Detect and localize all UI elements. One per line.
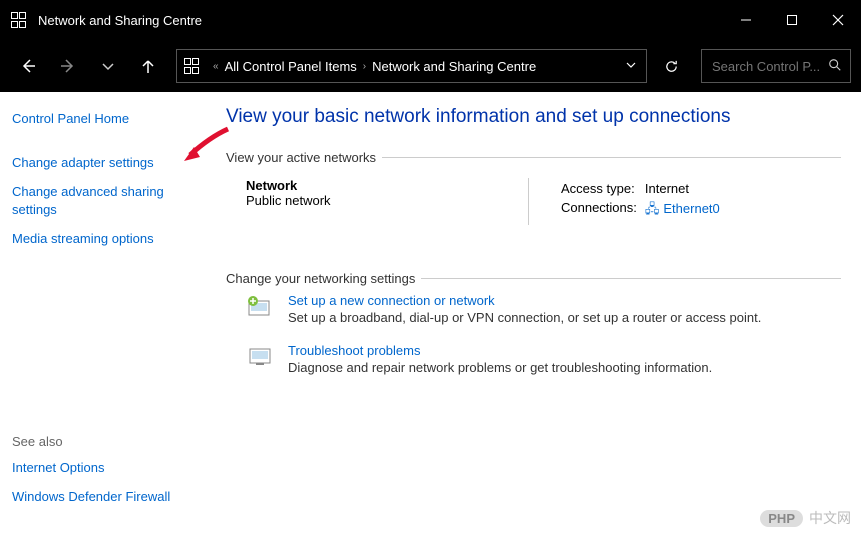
minimize-button[interactable] [723, 0, 769, 40]
media-streaming-options-link[interactable]: Media streaming options [12, 230, 198, 248]
active-networks-label: View your active networks [226, 150, 382, 165]
ethernet-icon: 🖧 [645, 201, 660, 216]
content-area: Control Panel Home Change adapter settin… [0, 92, 861, 536]
close-button[interactable] [815, 0, 861, 40]
up-button[interactable] [130, 48, 166, 84]
control-panel-icon [183, 57, 201, 75]
access-type-label: Access type: [561, 180, 643, 197]
control-panel-home-link[interactable]: Control Panel Home [12, 110, 198, 128]
new-connection-icon [246, 293, 274, 321]
watermark-text: 中文网 [809, 508, 851, 528]
setup-connection-link[interactable]: Set up a new connection or network [288, 293, 495, 308]
windows-defender-firewall-link[interactable]: Windows Defender Firewall [12, 488, 198, 506]
app-icon [10, 11, 28, 29]
access-type-value: Internet [645, 180, 726, 197]
watermark-badge: PHP [760, 510, 803, 527]
maximize-button[interactable] [769, 0, 815, 40]
search-input[interactable] [712, 59, 820, 74]
setup-connection-option[interactable]: Set up a new connection or network Set u… [226, 293, 841, 325]
search-icon[interactable] [820, 58, 850, 75]
troubleshoot-option[interactable]: Troubleshoot problems Diagnose and repai… [226, 343, 841, 375]
breadcrumb-item[interactable]: All Control Panel Items [225, 59, 357, 74]
connections-label: Connections: [561, 199, 643, 223]
back-button[interactable] [10, 48, 46, 84]
title-bar: Network and Sharing Centre [0, 0, 861, 40]
forward-button[interactable] [50, 48, 86, 84]
watermark: PHP 中文网 [760, 508, 851, 528]
page-heading: View your basic network information and … [226, 106, 841, 128]
see-also-label: See also [12, 434, 198, 449]
network-name: Network [246, 178, 528, 193]
network-type: Public network [246, 193, 528, 208]
recent-button[interactable] [90, 48, 126, 84]
change-adapter-settings-link[interactable]: Change adapter settings [12, 154, 198, 172]
troubleshoot-desc: Diagnose and repair network problems or … [288, 360, 712, 375]
chevron-left-icon: « [213, 61, 219, 72]
address-bar[interactable]: « All Control Panel Items › Network and … [176, 49, 647, 83]
change-settings-label: Change your networking settings [226, 271, 421, 286]
connection-link[interactable]: Ethernet0 [663, 201, 719, 216]
window-controls [723, 0, 861, 40]
setup-connection-desc: Set up a broadband, dial-up or VPN conne… [288, 310, 761, 325]
troubleshoot-icon [246, 343, 274, 371]
internet-options-link[interactable]: Internet Options [12, 459, 198, 477]
window-title: Network and Sharing Centre [38, 13, 723, 28]
main-panel: View your basic network information and … [210, 92, 861, 536]
change-advanced-sharing-link[interactable]: Change advanced sharing settings [12, 183, 198, 218]
sidebar: Control Panel Home Change adapter settin… [0, 92, 210, 536]
vertical-divider [528, 178, 529, 225]
address-dropdown-icon[interactable] [616, 59, 646, 74]
refresh-button[interactable] [651, 49, 691, 83]
troubleshoot-link[interactable]: Troubleshoot problems [288, 343, 420, 358]
breadcrumb-item[interactable]: Network and Sharing Centre [372, 59, 536, 74]
network-box: Network Public network Access type: Inte… [226, 178, 841, 225]
chevron-right-icon: › [363, 61, 366, 72]
nav-bar: « All Control Panel Items › Network and … [0, 40, 861, 92]
search-box[interactable] [701, 49, 851, 83]
